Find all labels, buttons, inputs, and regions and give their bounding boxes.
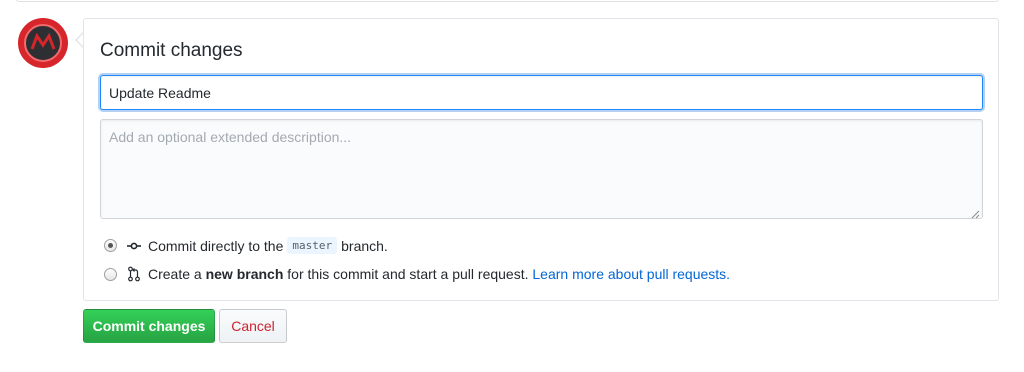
avatar-inner (24, 24, 62, 62)
learn-more-link[interactable]: Learn more about pull requests. (532, 266, 730, 282)
commit-summary-input[interactable] (100, 75, 983, 110)
new-branch-option[interactable]: Create a new branch for this commit and … (104, 266, 730, 282)
commit-direct-prefix: Commit directly to the (148, 237, 284, 254)
commit-changes-button[interactable]: Commit changes (83, 309, 215, 343)
new-branch-suffix: for this commit and start a pull request… (287, 266, 529, 282)
commit-direct-option[interactable]: Commit directly to the master branch. (104, 237, 388, 254)
git-pull-request-icon (126, 266, 142, 282)
previous-section-box (16, 0, 999, 2)
radio-selected-dot (108, 243, 113, 248)
git-commit-icon (126, 238, 142, 254)
cancel-button[interactable]: Cancel (219, 309, 287, 343)
logo-mountain-icon (30, 32, 56, 54)
avatar[interactable] (18, 18, 68, 68)
commit-description-textarea[interactable] (100, 119, 983, 219)
new-branch-radio[interactable] (104, 267, 117, 281)
new-branch-prefix: Create a (148, 266, 202, 282)
branch-name: master (287, 237, 338, 254)
resize-grip-icon[interactable] (970, 206, 980, 219)
commit-panel: Commit changes Commit directly to the ma… (83, 18, 999, 301)
new-branch-bold: new branch (205, 266, 284, 282)
commit-direct-suffix: branch. (341, 237, 388, 254)
panel-title: Commit changes (100, 40, 243, 61)
commit-direct-radio[interactable] (104, 239, 117, 252)
